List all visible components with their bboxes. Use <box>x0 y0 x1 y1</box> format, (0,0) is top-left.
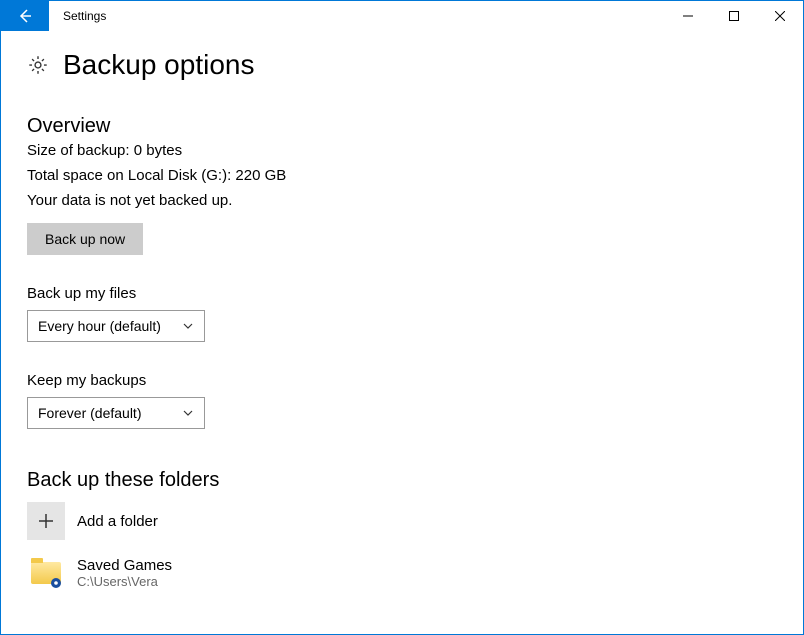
chevron-down-icon <box>182 320 194 332</box>
close-icon <box>775 11 785 21</box>
chevron-down-icon <box>182 407 194 419</box>
folder-path: C:\Users\Vera <box>77 574 172 589</box>
retention-dropdown[interactable]: Forever (default) <box>27 397 205 429</box>
overview-heading: Overview <box>27 115 777 138</box>
back-button[interactable] <box>1 1 49 31</box>
folders-heading: Back up these folders <box>27 469 777 492</box>
add-folder-label: Add a folder <box>77 513 158 530</box>
retention-value: Forever (default) <box>38 405 141 421</box>
back-arrow-icon <box>17 8 33 24</box>
maximize-icon <box>729 11 739 21</box>
disk-space-text: Total space on Local Disk (G:): 220 GB <box>27 167 777 184</box>
minimize-button[interactable] <box>665 1 711 31</box>
overlay-config-icon <box>49 576 63 590</box>
page-title: Backup options <box>63 49 254 81</box>
folder-item[interactable]: Saved Games C:\Users\Vera <box>27 554 777 592</box>
frequency-value: Every hour (default) <box>38 318 161 334</box>
folder-icon <box>27 554 65 592</box>
plus-icon <box>37 512 55 530</box>
close-button[interactable] <box>757 1 803 31</box>
app-title: Settings <box>49 1 665 31</box>
retention-label: Keep my backups <box>27 372 777 389</box>
maximize-button[interactable] <box>711 1 757 31</box>
gear-icon <box>27 54 49 76</box>
frequency-dropdown[interactable]: Every hour (default) <box>27 310 205 342</box>
backup-size-text: Size of backup: 0 bytes <box>27 142 777 159</box>
backup-now-button[interactable]: Back up now <box>27 223 143 255</box>
minimize-icon <box>683 11 693 21</box>
folder-name: Saved Games <box>77 557 172 574</box>
frequency-label: Back up my files <box>27 285 777 302</box>
backup-status-text: Your data is not yet backed up. <box>27 192 777 209</box>
add-folder-button[interactable]: Add a folder <box>27 502 777 540</box>
